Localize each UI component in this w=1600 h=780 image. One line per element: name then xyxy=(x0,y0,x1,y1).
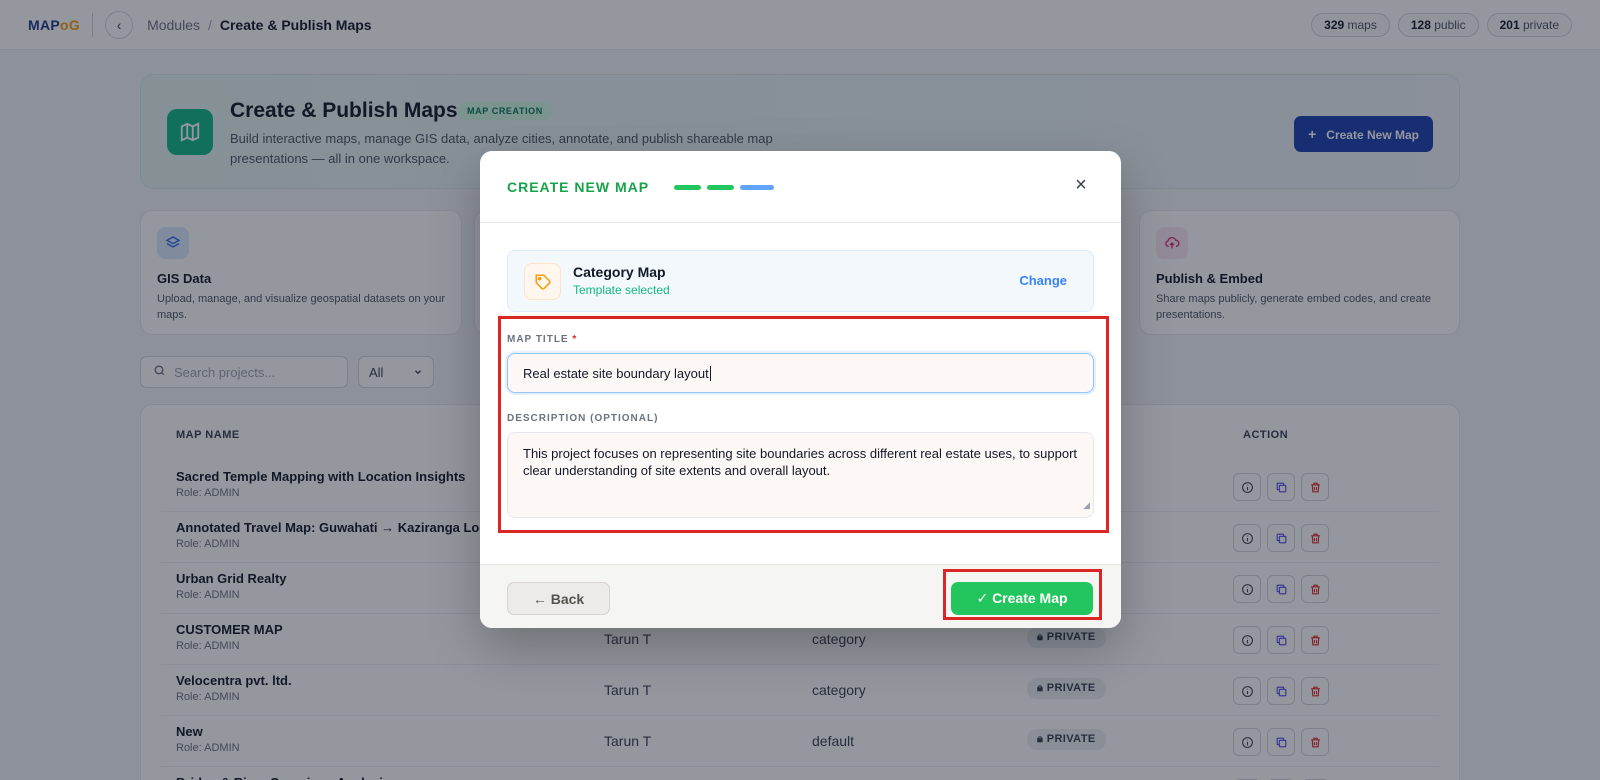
selected-template: Category Map Template selected Change xyxy=(507,250,1094,312)
description-label: DESCRIPTION (OPTIONAL) xyxy=(507,413,659,424)
step-1 xyxy=(674,185,701,190)
modal-title: CREATE NEW MAP xyxy=(507,179,650,195)
change-template-button[interactable]: Change xyxy=(1019,273,1067,288)
description-textarea[interactable]: This project focuses on representing sit… xyxy=(507,432,1094,518)
create-map-modal: CREATE NEW MAP × Category Map Template s… xyxy=(480,151,1121,628)
step-3 xyxy=(740,185,774,190)
back-button[interactable]: ← Back xyxy=(507,582,610,615)
tag-icon xyxy=(524,263,561,300)
resize-handle-icon[interactable]: ◢ xyxy=(1083,497,1090,514)
modal-header: CREATE NEW MAP × xyxy=(480,151,1121,223)
map-title-input[interactable]: Real estate site boundary layout xyxy=(507,353,1094,393)
text-caret xyxy=(709,365,711,381)
close-icon[interactable]: × xyxy=(1069,173,1093,197)
map-title-label: MAP TITLE * xyxy=(507,334,578,345)
step-indicator xyxy=(674,185,774,190)
template-name: Category Map xyxy=(573,264,666,280)
template-status: Template selected xyxy=(573,283,670,297)
modal-footer: ← Back ✓ Create Map xyxy=(480,564,1121,628)
step-2 xyxy=(707,185,734,190)
create-map-button[interactable]: ✓ Create Map xyxy=(951,582,1093,615)
